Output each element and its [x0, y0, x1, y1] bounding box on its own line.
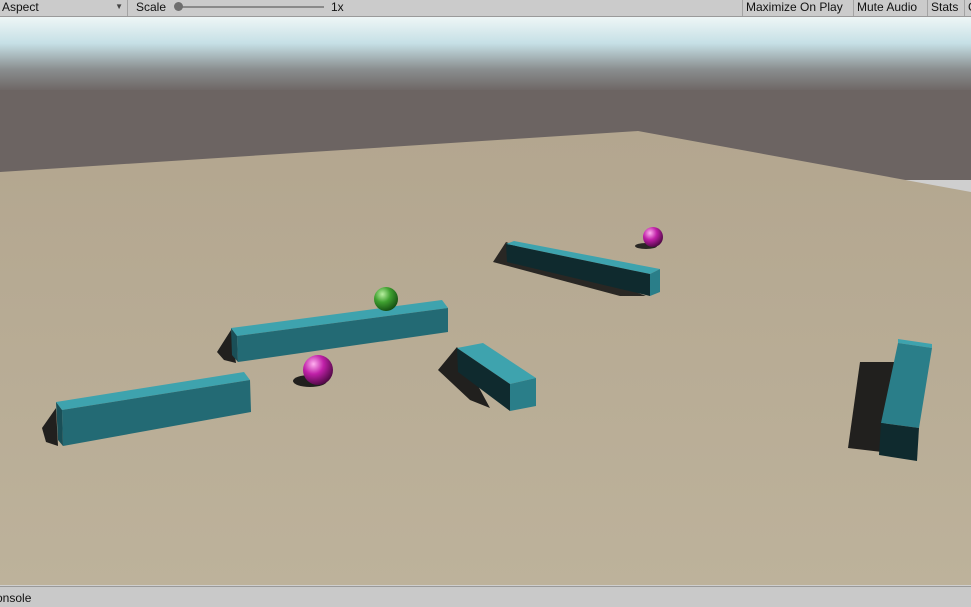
- dropdown-arrow-icon: ▼: [115, 2, 123, 11]
- aspect-label: Aspect: [2, 0, 39, 14]
- enemy-ball: [643, 227, 663, 247]
- mute-audio-toggle[interactable]: Mute Audio: [853, 0, 927, 16]
- enemy-ball: [303, 355, 333, 385]
- console-tab[interactable]: onsole: [0, 591, 31, 605]
- status-bar: onsole: [0, 586, 971, 607]
- aspect-dropdown[interactable]: Aspect ▼: [0, 0, 128, 16]
- sky-background: [0, 17, 971, 92]
- maximize-on-play-toggle[interactable]: Maximize On Play: [742, 0, 853, 16]
- stats-toggle[interactable]: Stats: [927, 0, 964, 16]
- gizmos-toggle[interactable]: Gizmos: [964, 0, 971, 16]
- game-view-toolbar: Aspect ▼ Scale 1x Maximize On Play Mute …: [0, 0, 971, 17]
- scale-value: 1x: [331, 0, 344, 14]
- player-ball: [374, 287, 398, 311]
- game-viewport[interactable]: [0, 17, 971, 585]
- scale-slider-track[interactable]: [178, 6, 324, 8]
- scale-label: Scale: [136, 0, 167, 14]
- scale-slider-thumb[interactable]: [174, 2, 183, 11]
- scene-render: [0, 17, 971, 585]
